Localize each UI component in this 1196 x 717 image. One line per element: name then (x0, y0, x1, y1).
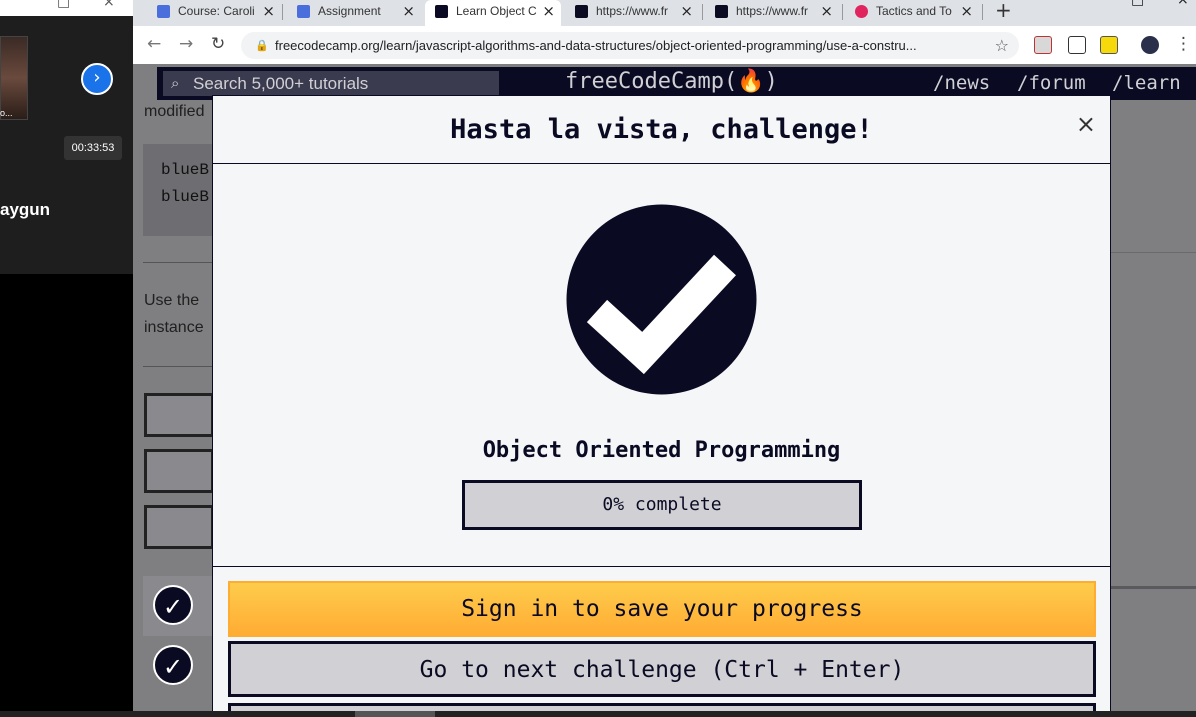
url-text: freecodecamp.org/learn/javascript-algori… (275, 38, 917, 53)
bg-button (144, 505, 214, 549)
search-placeholder: Search 5,000+ tutorials (193, 74, 369, 93)
fcc-favicon-icon (575, 5, 588, 19)
search-input[interactable]: ⌕ Search 5,000+ tutorials (163, 71, 499, 96)
forward-icon[interactable]: → (179, 34, 193, 54)
page-viewport: ⌕ Search 5,000+ tutorials freeCodeCamp(🔥… (133, 64, 1196, 717)
success-check-icon (566, 204, 757, 395)
divider (1111, 252, 1196, 253)
tab-close-icon[interactable]: × (680, 0, 693, 22)
tab-label: https://www.fr (736, 4, 809, 18)
panel-titlebar: □ × (0, 0, 133, 16)
call-timer: 00:33:53 (64, 136, 122, 160)
divider (143, 262, 213, 263)
tab-strip: Course: Caroli × Assignment × Learn Obje… (133, 0, 1196, 26)
tab-label: Assignment (318, 4, 381, 18)
tab-fcc-2[interactable]: https://www.fr × (705, 0, 839, 26)
tab-label: Learn Object C (456, 4, 537, 18)
divider (143, 366, 213, 367)
extension-badge-icon[interactable] (1100, 36, 1118, 54)
profile-avatar-icon[interactable] (1141, 36, 1159, 54)
browser-window: Course: Caroli × Assignment × Learn Obje… (133, 0, 1196, 717)
nav-link-news[interactable]: /news (933, 72, 990, 94)
close-icon[interactable]: × (103, 0, 115, 10)
tab-close-icon[interactable]: × (262, 0, 275, 22)
bg-button (144, 449, 214, 493)
window-close-icon[interactable]: × (1177, 0, 1189, 8)
bg-code-line: blueB (161, 161, 210, 179)
tab-assignment[interactable]: Assignment × (287, 0, 421, 26)
tab-fcc-1[interactable]: https://www.fr × (565, 0, 699, 26)
course-favicon-icon (297, 5, 310, 19)
close-icon[interactable]: × (1076, 110, 1096, 138)
taskbar-strip (0, 711, 1196, 717)
sign-in-button[interactable]: Sign in to save your progress (228, 581, 1096, 637)
search-icon: ⌕ (171, 74, 180, 92)
block-title: Object Oriented Programming (482, 438, 841, 463)
tab-learn-object[interactable]: Learn Object C × (425, 0, 561, 26)
pdf-extension-icon[interactable] (1034, 36, 1052, 54)
tab-close-icon[interactable]: × (542, 0, 555, 22)
address-bar[interactable]: 🔒 freecodecamp.org/learn/javascript-algo… (241, 32, 1019, 59)
eyedropper-extension-icon[interactable] (1068, 36, 1086, 54)
tab-label: Tactics and To (876, 4, 952, 18)
browser-toolbar: ← → ↻ 🔒 freecodecamp.org/learn/javascrip… (133, 26, 1196, 64)
video-area: o... › 00:33:53 aygun (0, 16, 133, 274)
menu-icon[interactable]: ⋮ (1175, 34, 1192, 54)
bg-button (144, 393, 214, 437)
back-icon[interactable]: ← (147, 34, 161, 54)
tab-label: https://www.fr (596, 4, 669, 18)
video-call-panel: □ × o... › 00:33:53 aygun (0, 0, 133, 717)
chevron-right-icon: › (93, 67, 101, 88)
progress-label: 0% complete (602, 494, 722, 515)
completion-modal: Hasta la vista, challenge! × Object Orie… (212, 95, 1111, 717)
tab-close-icon[interactable]: × (960, 0, 973, 22)
bg-code-line: blueB (161, 188, 210, 206)
check-icon: ✓ (153, 585, 193, 625)
fcc-logo[interactable]: freeCodeCamp(🔥) (565, 69, 778, 94)
tab-close-icon[interactable]: × (820, 0, 833, 22)
thumbnail-caption: o... (0, 108, 13, 118)
check-icon: ✓ (153, 645, 193, 685)
nav-link-learn[interactable]: /learn (1112, 72, 1181, 94)
tab-label: Course: Caroli (178, 4, 255, 18)
minimize-icon[interactable]: □ (57, 0, 70, 10)
tab-close-icon[interactable]: × (402, 0, 415, 22)
tactics-favicon-icon (855, 5, 868, 19)
next-challenge-button[interactable]: Go to next challenge (Ctrl + Enter) (228, 641, 1096, 697)
fcc-favicon-icon (715, 5, 728, 19)
bg-text-use-the: Use the (144, 292, 200, 309)
participant-name: aygun (0, 200, 51, 219)
bg-text-modified: modified (144, 103, 205, 120)
bg-text-instance: instance (144, 319, 204, 336)
next-participant-button[interactable]: › (81, 63, 113, 95)
course-favicon-icon (157, 5, 170, 19)
nav-link-forum[interactable]: /forum (1017, 72, 1086, 94)
bg-code-block: blueB blueB (143, 144, 213, 236)
divider (213, 566, 1110, 567)
lock-icon: 🔒 (255, 39, 269, 52)
maximize-icon[interactable]: □ (1131, 0, 1144, 8)
divider (1111, 586, 1196, 589)
tab-course[interactable]: Course: Caroli × (147, 0, 281, 26)
bookmark-star-icon[interactable]: ☆ (995, 32, 1009, 59)
modal-header: Hasta la vista, challenge! × (213, 96, 1110, 164)
new-tab-button[interactable]: + (995, 0, 1012, 22)
fcc-favicon-icon (435, 5, 448, 19)
reload-icon[interactable]: ↻ (211, 34, 225, 54)
modal-title: Hasta la vista, challenge! (450, 114, 873, 145)
scrollbar-thumb[interactable] (355, 711, 435, 717)
progress-bar: 0% complete (462, 480, 862, 530)
tab-tactics[interactable]: Tactics and To × (845, 0, 979, 26)
